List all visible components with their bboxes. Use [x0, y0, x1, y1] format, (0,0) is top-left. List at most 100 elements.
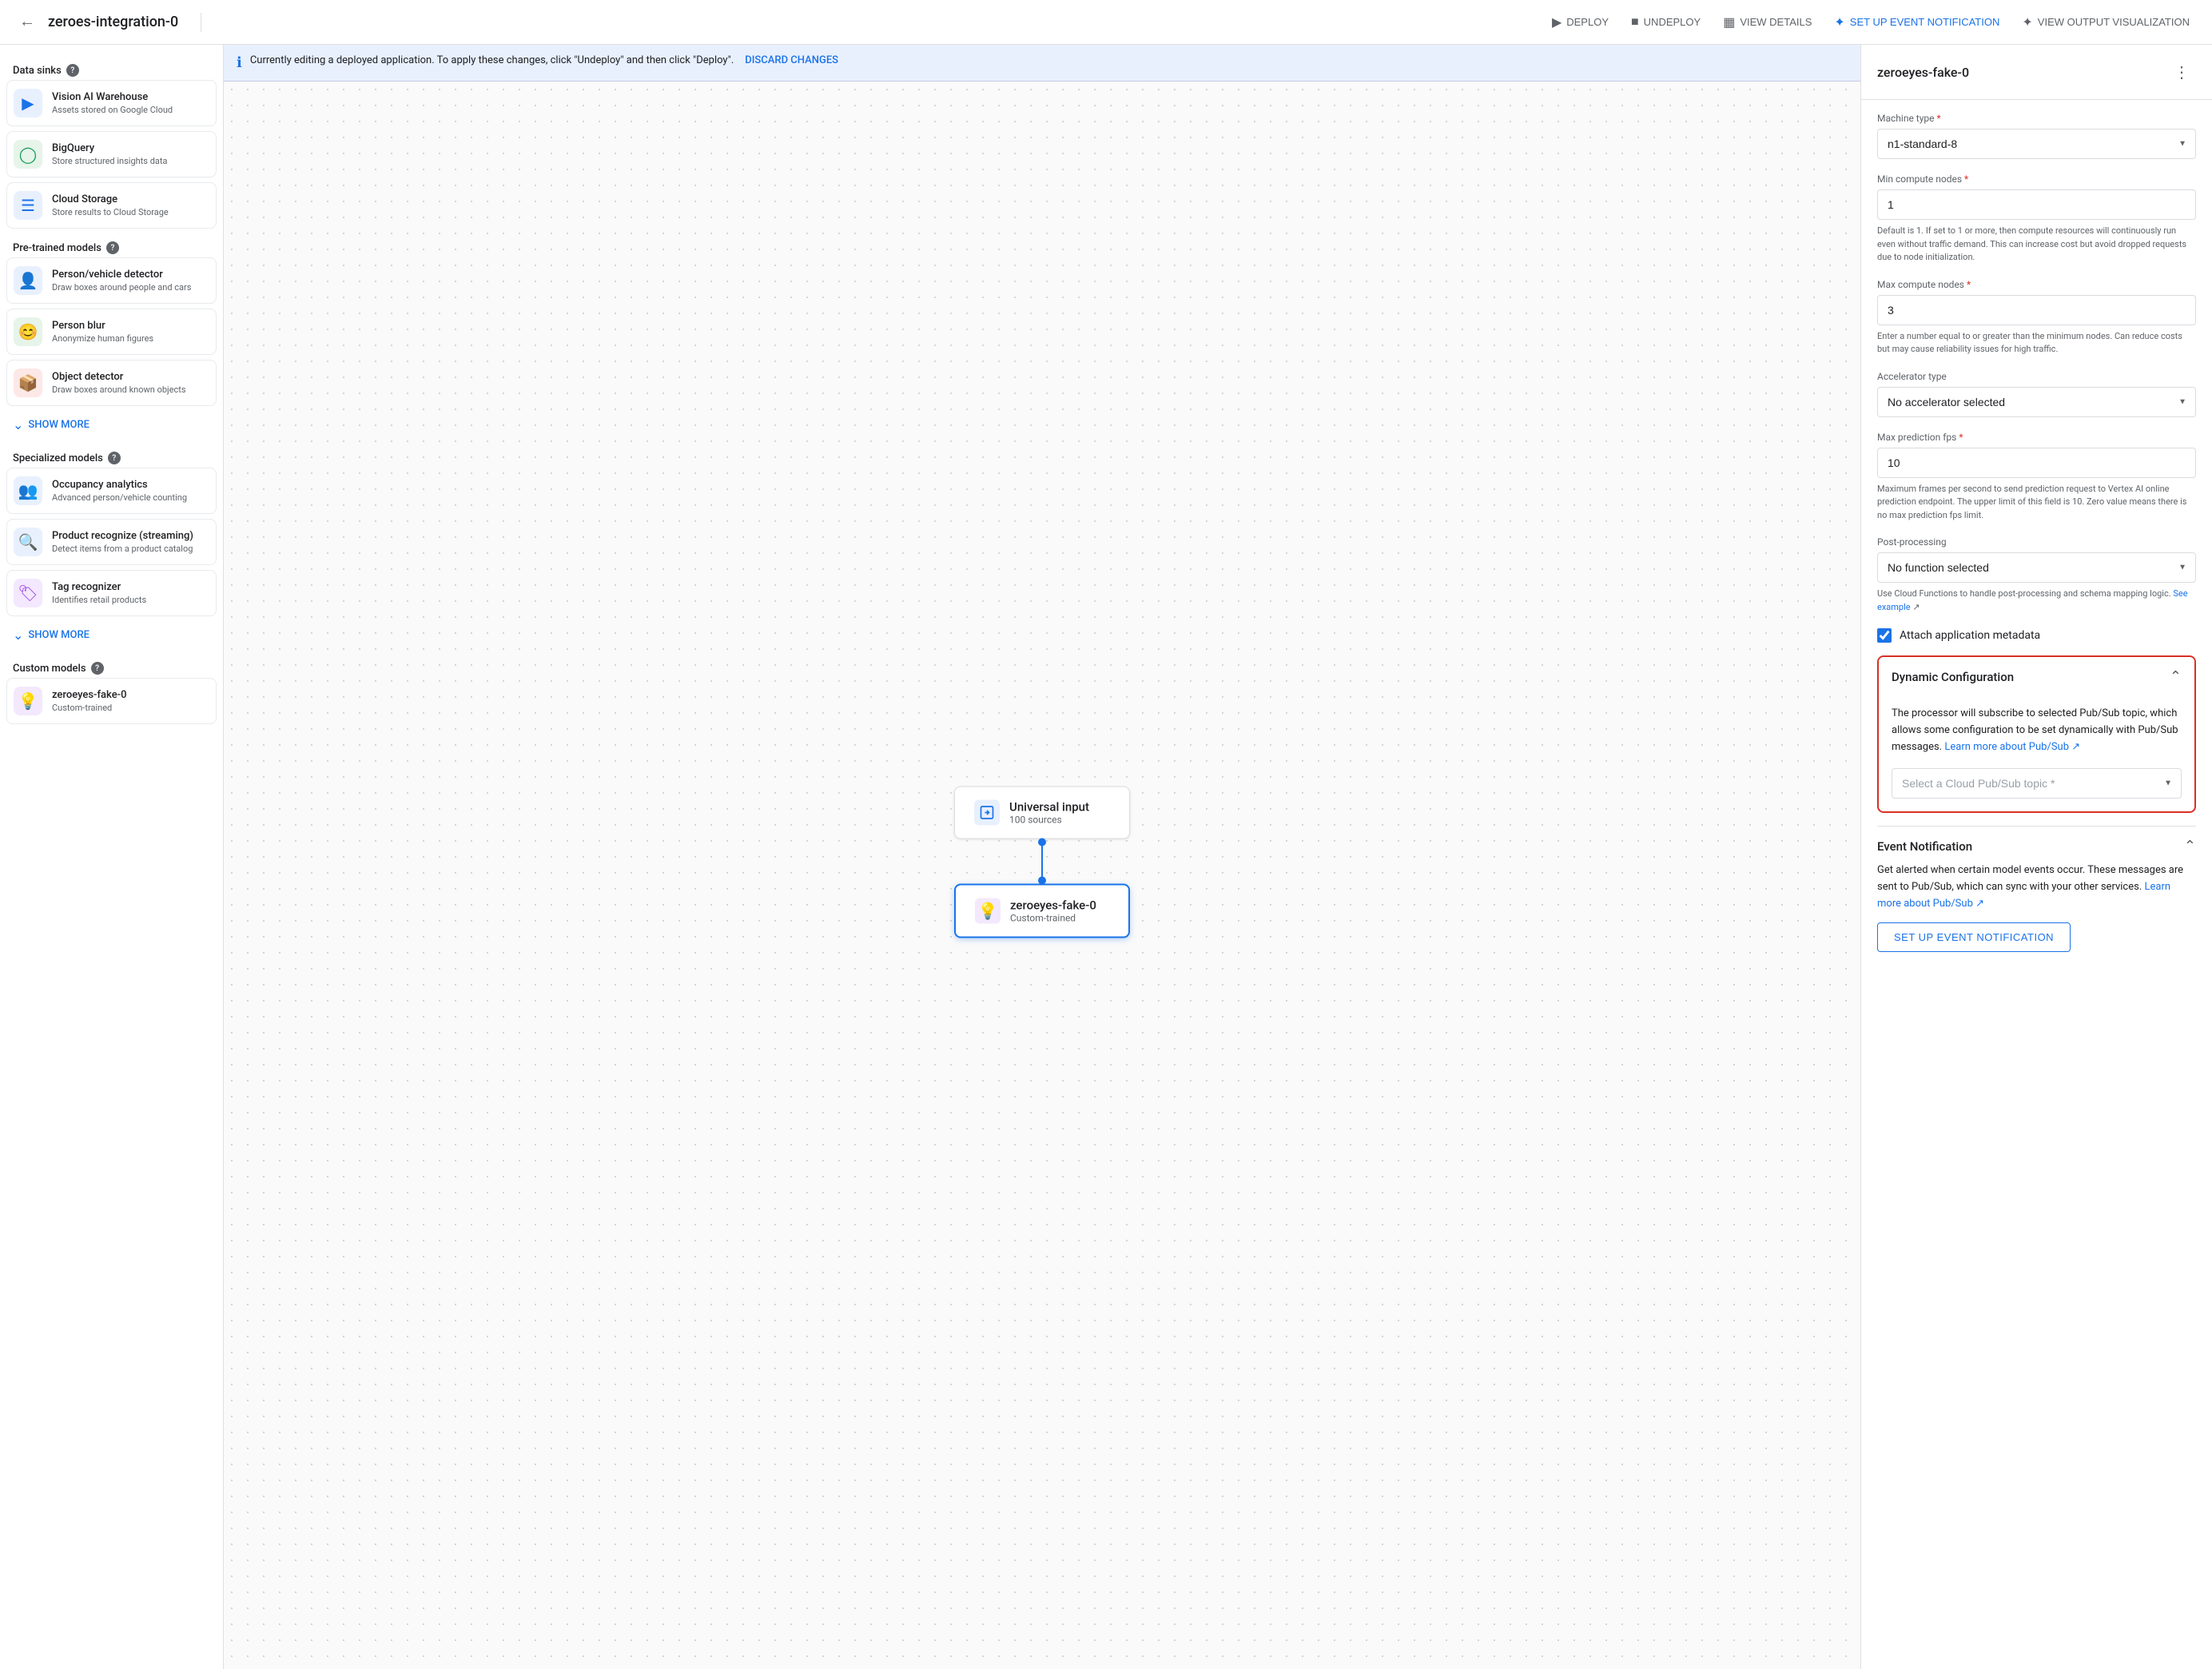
max-compute-input[interactable]: [1877, 295, 2196, 325]
dynamic-config-header[interactable]: Dynamic Configuration ⌃: [1879, 657, 2194, 696]
pubsub-topic-select[interactable]: Select a Cloud Pub/Sub topic *: [1892, 768, 2182, 799]
zeroeyes-node-icon: 💡: [975, 898, 1001, 924]
specialized-help-icon[interactable]: ?: [108, 452, 121, 464]
tag-recognizer-icon: 🏷: [14, 579, 42, 607]
min-compute-label: Min compute nodes *: [1877, 173, 2196, 185]
pretrained-help-icon[interactable]: ?: [106, 241, 119, 254]
occupancy-text: Occupancy analytics Advanced person/vehi…: [52, 479, 209, 503]
postprocessing-select-wrapper: No function selected: [1877, 552, 2196, 583]
sidebar-item-bigquery[interactable]: ◯ BigQuery Store structured insights dat…: [6, 131, 217, 177]
person-blur-icon: 😊: [14, 317, 42, 346]
pubsub-learn-more-link[interactable]: Learn more about Pub/Sub ↗: [1944, 741, 2080, 753]
deploy-icon: ▶: [1552, 14, 1562, 30]
event-notification-header: Event Notification ⌃: [1877, 826, 2196, 862]
event-notification-title: Event Notification: [1877, 839, 1972, 854]
pubsub-select-wrapper: Select a Cloud Pub/Sub topic *: [1892, 768, 2182, 799]
max-fps-hint: Maximum frames per second to send predic…: [1877, 483, 2196, 523]
postprocessing-hint: Use Cloud Functions to handle post-proce…: [1877, 588, 2196, 614]
setup-event-notification-button[interactable]: SET UP EVENT NOTIFICATION: [1877, 922, 2071, 952]
attach-metadata-label: Attach application metadata: [1900, 629, 2040, 642]
main-layout: Data sinks ? ▶ Vision AI Warehouse Asset…: [0, 45, 2212, 1669]
object-detector-icon: 📦: [14, 368, 42, 397]
person-vehicle-text: Person/vehicle detector Draw boxes aroun…: [52, 269, 209, 293]
canvas-area: Universal input 100 sources 💡 zeroeyes-f…: [224, 82, 1860, 1658]
machine-type-label: Machine type *: [1877, 113, 2196, 124]
view-output-button[interactable]: ✦ VIEW OUTPUT VISUALIZATION: [2012, 8, 2199, 37]
panel-more-button[interactable]: ⋮: [2167, 58, 2196, 86]
vision-ai-text: Vision AI Warehouse Assets stored on Goo…: [52, 91, 209, 115]
sidebar-item-vision-ai[interactable]: ▶ Vision AI Warehouse Assets stored on G…: [6, 80, 217, 126]
postprocessing-select[interactable]: No function selected: [1877, 552, 2196, 583]
min-compute-hint: Default is 1. If set to 1 or more, then …: [1877, 225, 2196, 265]
accelerator-select-wrapper: No accelerator selected NVIDIA Tesla T4 …: [1877, 387, 2196, 417]
panel-content: Machine type * n1-standard-8 n1-standard…: [1861, 100, 2212, 978]
zeroeyes-fake-icon: 💡: [14, 687, 42, 715]
dynamic-config-text: The processor will subscribe to selected…: [1892, 706, 2182, 755]
person-vehicle-icon: 👤: [14, 266, 42, 295]
nav-actions: ▶ DEPLOY ■ UNDEPLOY ▦ VIEW DETAILS ✦ SET…: [1542, 8, 2199, 37]
cloud-storage-text: Cloud Storage Store results to Cloud Sto…: [52, 193, 209, 217]
pretrained-title: Pre-trained models ?: [6, 235, 217, 257]
show-more-specialized[interactable]: ⌄ SHOW MORE: [6, 621, 217, 649]
sidebar-item-person-blur[interactable]: 😊 Person blur Anonymize human figures: [6, 309, 217, 355]
vision-ai-icon: ▶: [14, 89, 42, 118]
cloud-storage-icon: ☰: [14, 191, 42, 220]
sidebar-item-zeroeyes-fake[interactable]: 💡 zeroeyes-fake-0 Custom-trained: [6, 678, 217, 724]
connector-line: [1041, 846, 1043, 878]
accelerator-label: Accelerator type: [1877, 371, 2196, 382]
info-banner: ℹ Currently editing a deployed applicati…: [224, 45, 1860, 82]
person-blur-text: Person blur Anonymize human figures: [52, 320, 209, 344]
min-compute-group: Min compute nodes * Default is 1. If set…: [1877, 173, 2196, 265]
accelerator-select[interactable]: No accelerator selected NVIDIA Tesla T4 …: [1877, 387, 2196, 417]
undeploy-button[interactable]: ■ UNDEPLOY: [1621, 9, 1710, 36]
postprocessing-group: Post-processing No function selected Use…: [1877, 536, 2196, 614]
sidebar-item-cloud-storage[interactable]: ☰ Cloud Storage Store results to Cloud S…: [6, 182, 217, 229]
dynamic-config-section: Dynamic Configuration ⌃ The processor wi…: [1877, 655, 2196, 813]
event-notification-section: Event Notification ⌃ Get alerted when ce…: [1877, 826, 2196, 951]
info-icon: ℹ: [237, 54, 242, 71]
data-sinks-help-icon[interactable]: ?: [66, 64, 79, 77]
undeploy-icon: ■: [1631, 15, 1639, 30]
bigquery-text: BigQuery Store structured insights data: [52, 142, 209, 166]
left-sidebar: Data sinks ? ▶ Vision AI Warehouse Asset…: [0, 45, 224, 1669]
machine-type-select-wrapper: n1-standard-8 n1-standard-4 n1-standard-…: [1877, 129, 2196, 159]
attach-metadata-row: Attach application metadata: [1877, 628, 2196, 643]
see-example-link[interactable]: See example: [1877, 588, 2188, 612]
custom-help-icon[interactable]: ?: [91, 662, 104, 675]
sidebar-item-tag-recognizer[interactable]: 🏷 Tag recognizer Identifies retail produ…: [6, 570, 217, 616]
event-notification-text: Get alerted when certain model events oc…: [1877, 862, 2196, 912]
show-more-pretrained[interactable]: ⌄ SHOW MORE: [6, 411, 217, 439]
back-button[interactable]: ←: [13, 8, 42, 37]
max-fps-group: Max prediction fps * Maximum frames per …: [1877, 432, 2196, 523]
view-output-icon: ✦: [2022, 14, 2032, 30]
setup-event-button[interactable]: ✦ SET UP EVENT NOTIFICATION: [1824, 8, 2009, 37]
universal-input-node[interactable]: Universal input 100 sources: [954, 787, 1130, 839]
view-details-button[interactable]: ▦ VIEW DETAILS: [1713, 8, 1821, 37]
discard-changes-button[interactable]: DISCARD CHANGES: [745, 54, 838, 66]
view-details-icon: ▦: [1723, 14, 1735, 30]
zeroeyes-node[interactable]: 💡 zeroeyes-fake-0 Custom-trained: [954, 884, 1130, 938]
zeroeyes-node-text: zeroeyes-fake-0 Custom-trained: [1010, 898, 1096, 924]
data-sinks-title: Data sinks ?: [6, 58, 217, 80]
max-compute-hint: Enter a number equal to or greater than …: [1877, 330, 2196, 357]
occupancy-icon: 👥: [14, 476, 42, 505]
panel-title: zeroeyes-fake-0: [1877, 65, 1969, 80]
attach-metadata-checkbox[interactable]: [1877, 628, 1892, 643]
top-navigation: ← zeroes-integration-0 ▶ DEPLOY ■ UNDEPL…: [0, 0, 2212, 45]
sidebar-item-occupancy[interactable]: 👥 Occupancy analytics Advanced person/ve…: [6, 468, 217, 514]
bigquery-icon: ◯: [14, 140, 42, 169]
app-title: zeroes-integration-0: [48, 14, 178, 30]
custom-title: Custom models ?: [6, 655, 217, 678]
machine-type-select[interactable]: n1-standard-8 n1-standard-4 n1-standard-…: [1877, 129, 2196, 159]
min-compute-input[interactable]: [1877, 189, 2196, 220]
node-container: Universal input 100 sources 💡 zeroeyes-f…: [954, 787, 1130, 938]
sidebar-item-object-detector[interactable]: 📦 Object detector Draw boxes around know…: [6, 360, 217, 406]
sidebar-item-person-vehicle[interactable]: 👤 Person/vehicle detector Draw boxes aro…: [6, 257, 217, 304]
universal-input-icon: [974, 800, 1000, 826]
accelerator-group: Accelerator type No accelerator selected…: [1877, 371, 2196, 417]
dynamic-config-body: The processor will subscribe to selected…: [1879, 696, 2194, 811]
max-fps-input[interactable]: [1877, 448, 2196, 478]
setup-event-icon: ✦: [1834, 14, 1844, 30]
sidebar-item-product-recognize[interactable]: 🔍 Product recognize (streaming) Detect i…: [6, 519, 217, 565]
deploy-button[interactable]: ▶ DEPLOY: [1542, 8, 1618, 37]
